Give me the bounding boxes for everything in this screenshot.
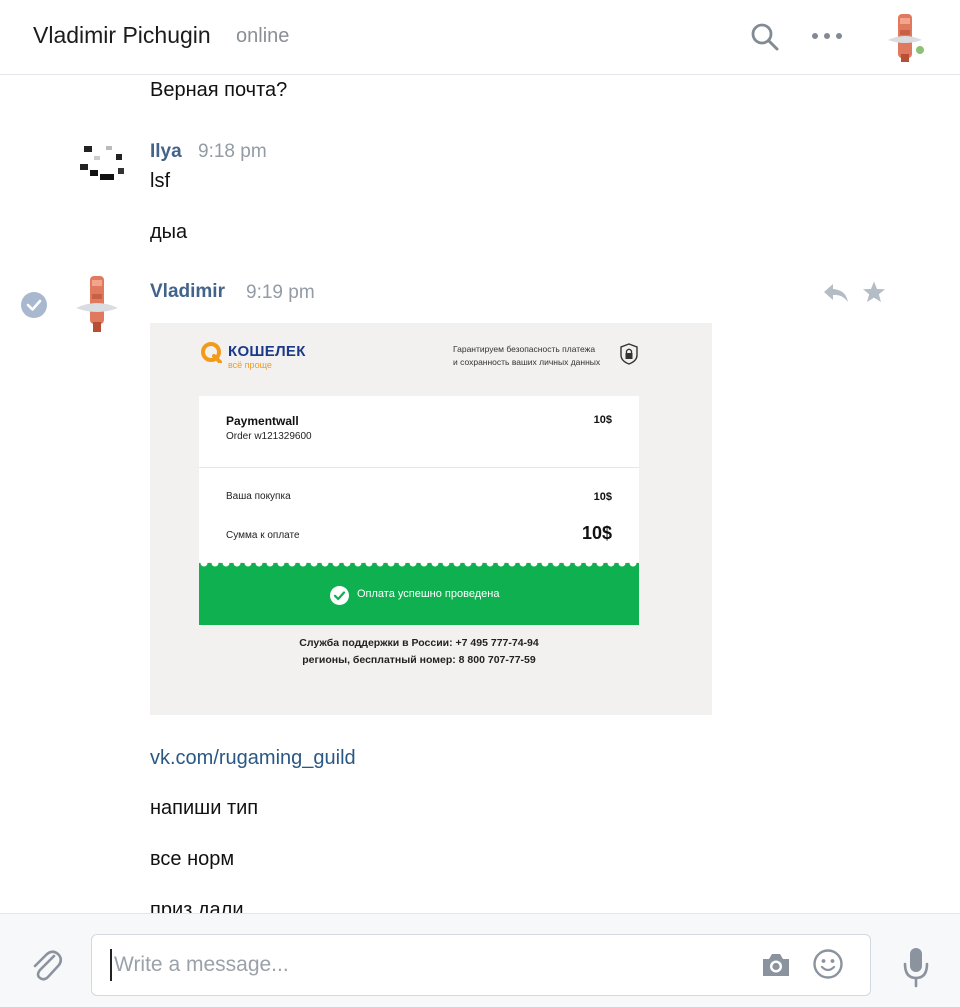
- online-indicator: [914, 44, 926, 56]
- message-history[interactable]: Верная почта? Ilya 9:18 pm lsf дыа Vladi…: [0, 76, 960, 913]
- message-time: 9:19 pm: [246, 282, 315, 303]
- camera-icon[interactable]: [760, 951, 792, 979]
- star-icon[interactable]: [862, 280, 886, 304]
- contact-name[interactable]: Vladimir Pichugin: [33, 22, 211, 49]
- receipt-total-amount: 10$: [581, 523, 612, 543]
- receipt-divider: [199, 467, 639, 468]
- user-avatar[interactable]: [74, 274, 120, 334]
- receipt-guarantee: и сохранность ваших личных данных: [453, 357, 601, 367]
- reply-icon[interactable]: [822, 281, 850, 305]
- receipt-total-label: Сумма к оплате: [226, 530, 300, 541]
- message-composer: [0, 913, 960, 1007]
- message-input-box[interactable]: [91, 934, 871, 996]
- receipt-merchant: Paymentwall: [226, 414, 299, 428]
- success-check-icon: [330, 586, 349, 605]
- receipt-image[interactable]: КОШЕЛЕК всё проще Гарантируем безопаснос…: [150, 323, 712, 715]
- receipt-purchase-label: Ваша покупка: [226, 491, 291, 502]
- receipt-success-text: Оплата успешно проведена: [357, 588, 500, 600]
- message-text: дыа: [150, 221, 188, 243]
- attach-icon[interactable]: [30, 948, 64, 984]
- message-author[interactable]: Vladimir: [150, 281, 225, 303]
- mic-icon[interactable]: [902, 946, 930, 988]
- receipt-support: Служба поддержки в России: +7 495 777-74…: [299, 637, 539, 649]
- search-icon[interactable]: [750, 22, 780, 52]
- message-text: приз дали: [150, 899, 244, 913]
- receipt-support: регионы, бесплатный номер: 8 800 707-77-…: [302, 654, 536, 666]
- receipt-brand: КОШЕЛЕК: [228, 343, 306, 360]
- user-avatar[interactable]: [76, 140, 128, 192]
- contact-status: online: [236, 25, 290, 47]
- more-icon[interactable]: [810, 26, 844, 46]
- receipt-amount: 10$: [593, 414, 612, 426]
- message-input[interactable]: [110, 949, 730, 981]
- message-text: напиши тип: [150, 797, 259, 819]
- qiwi-logo-icon: [201, 342, 222, 363]
- message-time: 9:18 pm: [198, 141, 267, 162]
- receipt-card: Paymentwall Order w121329600 10$ Ваша по…: [199, 396, 639, 562]
- chat-header: Vladimir Pichugin online: [0, 0, 960, 75]
- receipt-slogan: всё проще: [228, 360, 272, 370]
- message-text: все норм: [150, 848, 235, 870]
- message-author[interactable]: Ilya: [150, 141, 182, 163]
- message-link[interactable]: vk.com/rugaming_guild: [150, 747, 356, 770]
- receipt-order: Order w121329600: [226, 431, 312, 442]
- check-icon[interactable]: [20, 291, 48, 319]
- message-text: Верная почта?: [150, 79, 288, 101]
- message-text: lsf: [150, 170, 170, 192]
- receipt-success-banner: Оплата успешно проведена: [199, 563, 639, 625]
- receipt-purchase-amount: 10$: [593, 491, 612, 503]
- receipt-guarantee: Гарантируем безопасность платежа: [453, 344, 596, 354]
- receipt-wave-edge: [199, 559, 639, 569]
- lock-icon: [620, 343, 638, 365]
- emoji-icon[interactable]: [812, 948, 844, 980]
